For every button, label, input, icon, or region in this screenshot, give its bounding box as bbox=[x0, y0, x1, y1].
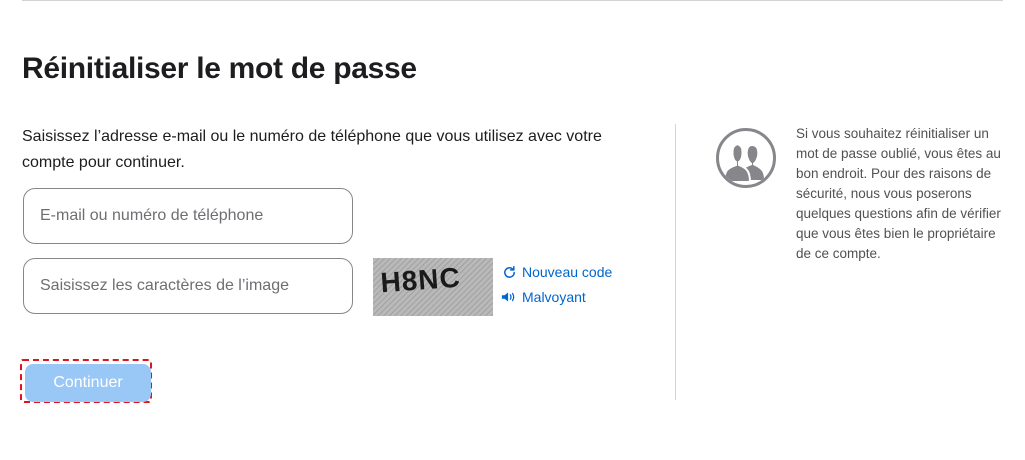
speaker-icon bbox=[501, 289, 517, 305]
column-divider bbox=[675, 124, 676, 400]
people-icon bbox=[716, 128, 776, 188]
instructions-text: Saisissez l’adresse e-mail ou le numéro … bbox=[22, 128, 602, 171]
audio-label[interactable]: Malvoyant bbox=[522, 289, 586, 305]
refresh-icon bbox=[501, 264, 517, 280]
captcha-actions: Nouveau code Malvoyant bbox=[501, 261, 612, 311]
new-code-link[interactable]: Nouveau code bbox=[501, 261, 612, 283]
captcha-field[interactable] bbox=[23, 258, 353, 314]
captcha-characters: H8NC bbox=[379, 262, 461, 299]
email-input[interactable] bbox=[24, 189, 352, 243]
captcha-image: H8NC bbox=[373, 258, 493, 316]
help-text: Si vous souhaitez réinitialiser un mot d… bbox=[796, 126, 1001, 261]
page-title: Réinitialiser le mot de passe bbox=[22, 52, 417, 85]
captcha-input[interactable] bbox=[24, 259, 352, 313]
audio-captcha-link[interactable]: Malvoyant bbox=[501, 286, 612, 308]
new-code-label[interactable]: Nouveau code bbox=[522, 264, 612, 280]
top-divider bbox=[22, 0, 1003, 1]
continue-focus-outline: Continuer bbox=[20, 359, 152, 403]
email-field[interactable] bbox=[23, 188, 353, 244]
continue-button[interactable]: Continuer bbox=[25, 364, 151, 402]
